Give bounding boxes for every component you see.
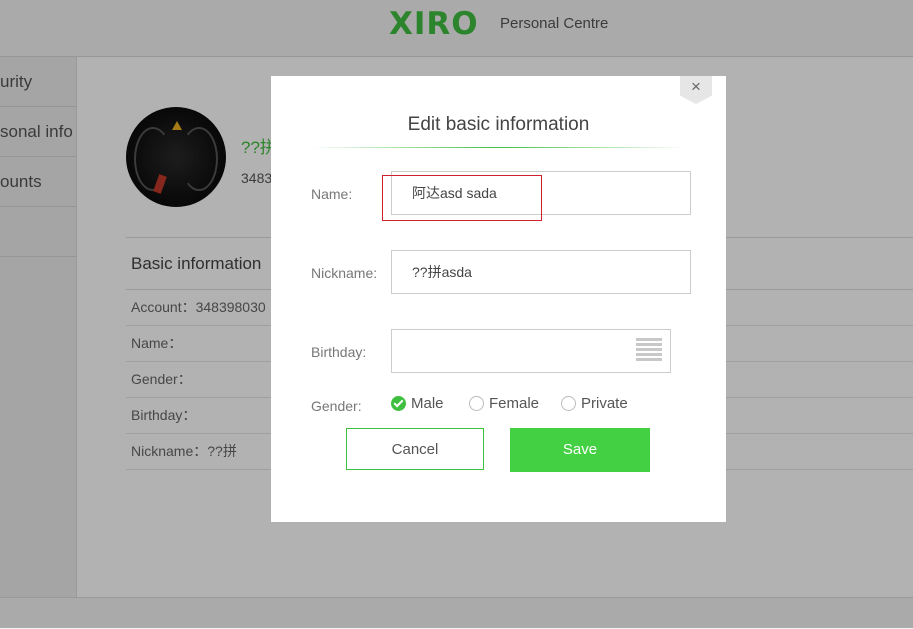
name-label: Name: [311,186,353,202]
calendar-icon[interactable] [636,338,662,364]
gender-option-label: Female [489,395,540,412]
radio-unchecked-icon[interactable] [469,396,484,411]
gender-label: Gender: [311,398,362,414]
cancel-button[interactable]: Cancel [346,428,484,470]
title-divider [311,147,686,148]
gender-option-label: Male [411,395,444,412]
gender-option-label: Private [581,395,628,412]
close-button[interactable]: × [680,76,712,104]
radio-unchecked-icon[interactable] [561,396,576,411]
nickname-label: Nickname: [311,265,378,281]
dialog-title: Edit basic information [407,114,590,135]
name-field-highlight [382,175,542,221]
birthday-label: Birthday: [311,344,367,360]
edit-info-dialog: × Edit basic information Name: 阿达asd sad… [271,76,726,522]
close-icon[interactable]: × [680,77,712,97]
save-button[interactable]: Save [510,428,650,472]
nickname-field[interactable]: ??拼asda [391,250,691,294]
radio-checked-icon[interactable] [391,396,406,411]
birthday-field[interactable] [391,329,671,373]
